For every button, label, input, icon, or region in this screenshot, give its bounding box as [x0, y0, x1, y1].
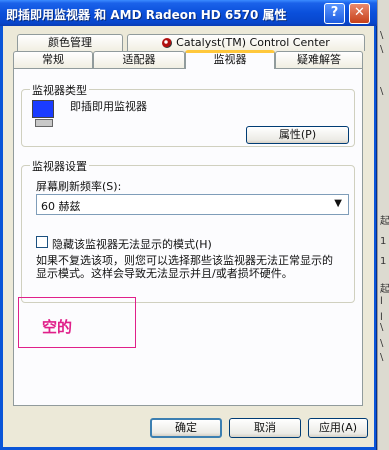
annotation-box: [18, 297, 136, 348]
help-button[interactable]: ?: [324, 3, 345, 24]
strip-char: l: [380, 296, 383, 307]
catalyst-icon: [162, 38, 173, 48]
strip-char: \: [380, 338, 384, 349]
tab-label: 监视器: [213, 53, 247, 66]
tab-label: 适配器: [122, 53, 156, 66]
monitor-settings-group: 监视器设置 屏幕刷新频率(S): 60 赫兹 ▼ 隐藏该监视器无法显示的模式(H…: [21, 158, 355, 303]
monitor-icon: [32, 100, 54, 128]
hide-modes-description: 如果不复选该项，则您可以选择那些该监视器无法正常显示的 显示模式。这样会导致无法…: [36, 254, 346, 280]
tab-label: 常规: [42, 53, 64, 66]
window-title: 即插即用监视器 和 AMD Radeon HD 6570 属性: [6, 8, 287, 22]
tab-color-management[interactable]: 颜色管理: [17, 34, 123, 51]
monitor-type-group: 监视器类型 即插即用监视器 属性(P): [21, 82, 355, 147]
properties-window: 即插即用监视器 和 AMD Radeon HD 6570 属性 ? ✕ 颜色管理…: [0, 0, 377, 450]
tab-label: Catalyst(TM) Control Center: [176, 36, 330, 49]
strip-char: \: [380, 322, 384, 333]
strip-char: 起: [380, 216, 389, 227]
strip-char: 起: [380, 284, 389, 295]
properties-button[interactable]: 属性(P): [246, 126, 349, 144]
tab-catalyst-control-center[interactable]: Catalyst(TM) Control Center: [127, 34, 365, 51]
strip-char: \: [380, 30, 384, 41]
tab-general[interactable]: 常规: [13, 51, 93, 68]
dialog-client-area: 颜色管理 Catalyst(TM) Control Center 常规 适配器 …: [3, 26, 374, 447]
tab-troubleshoot[interactable]: 疑难解答: [275, 51, 363, 68]
monitor-name: 即插即用监视器: [70, 100, 147, 113]
strip-char: 1: [380, 256, 387, 267]
tab-adapter[interactable]: 适配器: [93, 51, 185, 68]
cancel-button[interactable]: 取消: [229, 418, 301, 438]
strip-char: \: [380, 352, 384, 363]
monitor-settings-group-title: 监视器设置: [30, 158, 89, 174]
chevron-down-icon[interactable]: ▼: [334, 198, 342, 209]
strip-char: 1: [380, 236, 387, 247]
annotation-text: 空的: [42, 318, 73, 336]
strip-char: \: [380, 86, 384, 97]
ok-button[interactable]: 确定: [150, 418, 222, 438]
apply-button[interactable]: 应用(A): [308, 418, 368, 438]
refresh-rate-label: 屏幕刷新频率(S):: [36, 180, 122, 193]
title-bar[interactable]: 即插即用监视器 和 AMD Radeon HD 6570 属性 ? ✕: [0, 0, 377, 26]
hide-modes-checkbox[interactable]: [36, 236, 48, 248]
description-line-1: 如果不复选该项，则您可以选择那些该监视器无法正常显示的: [36, 254, 333, 267]
hide-modes-label[interactable]: 隐藏该监视器无法显示的模式(H): [52, 236, 212, 252]
refresh-rate-value: 60 赫兹: [41, 200, 81, 213]
close-button[interactable]: ✕: [349, 3, 370, 24]
monitor-tab-panel: 监视器类型 即插即用监视器 属性(P) 监视器设置 屏幕刷新频率(S): 60 …: [13, 68, 363, 406]
tab-monitor[interactable]: 监视器: [185, 50, 275, 69]
description-line-2: 显示模式。这样会导致无法显示并且/或者损坏硬件。: [36, 267, 293, 280]
tab-label: 疑难解答: [297, 53, 341, 66]
strip-char: \: [380, 44, 384, 55]
tab-label: 颜色管理: [48, 36, 92, 49]
refresh-rate-select[interactable]: 60 赫兹 ▼: [36, 194, 349, 215]
monitor-type-group-title: 监视器类型: [30, 82, 89, 98]
background-window-strip: \ \ \ 起 1 1 起 l l \ \ \: [377, 0, 389, 450]
